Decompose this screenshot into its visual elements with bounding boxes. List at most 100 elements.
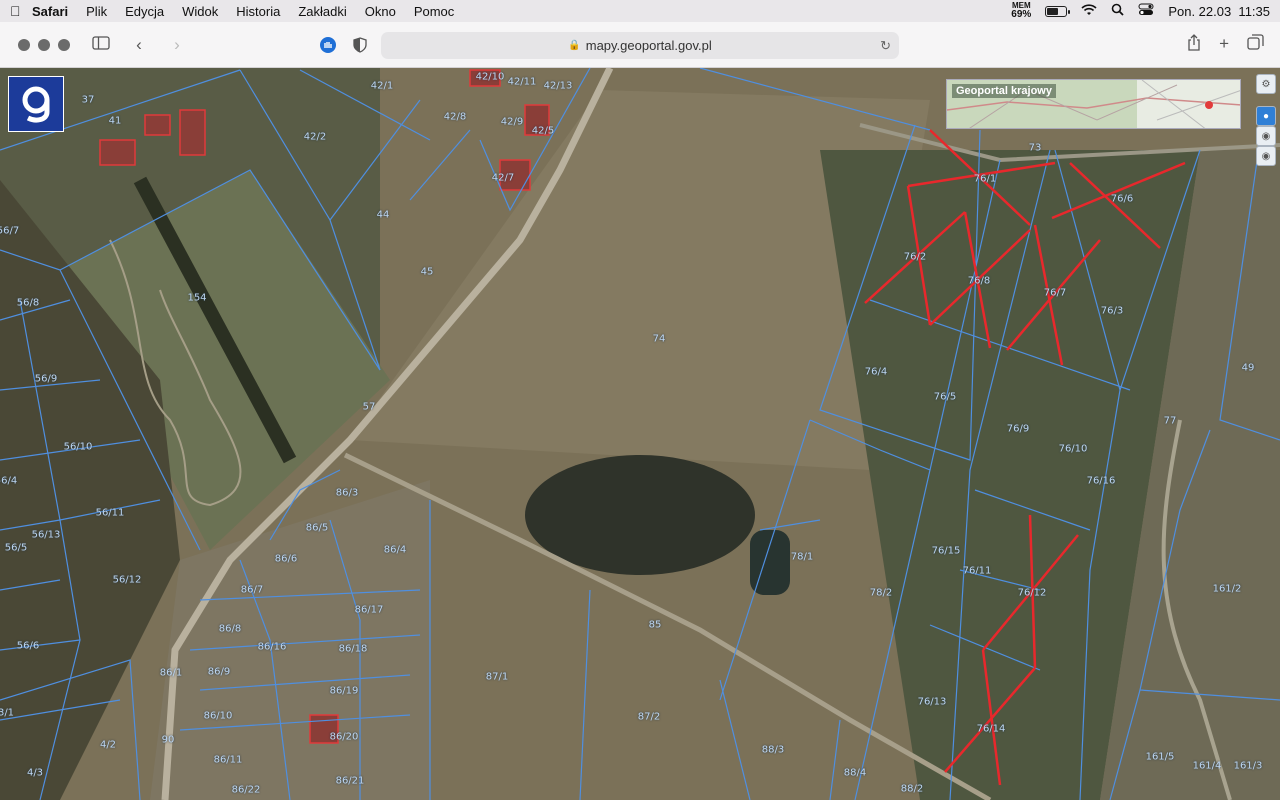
parcel-label[interactable]: 86/22 [232, 785, 261, 796]
parcel-label[interactable]: 86/5 [306, 523, 328, 534]
visibility-eye-icon-2[interactable]: ◉ [1256, 146, 1276, 166]
parcel-label[interactable]: 86/21 [336, 776, 365, 787]
close-window-button[interactable] [18, 38, 30, 51]
menu-item-zakladki[interactable]: Zakładki [298, 4, 346, 19]
parcel-label[interactable]: 56/13 [32, 530, 61, 541]
parcel-label[interactable]: 76/2 [904, 252, 926, 263]
parcel-label[interactable]: 56/9 [35, 374, 57, 385]
parcel-label[interactable]: 88/3 [762, 745, 784, 756]
forward-button[interactable]: › [168, 35, 186, 55]
overview-map[interactable]: Geoportal krajowy [946, 79, 1241, 129]
wifi-icon[interactable] [1081, 3, 1097, 19]
parcel-label[interactable]: 56/12 [113, 575, 142, 586]
parcel-label[interactable]: 86/6 [275, 554, 297, 565]
parcel-label[interactable]: 76/15 [932, 546, 961, 557]
parcel-label[interactable]: 161/3 [1234, 761, 1263, 772]
parcel-label[interactable]: 76/1 [974, 174, 996, 185]
clock-datetime[interactable]: Pon. 22.03 11:35 [1168, 4, 1270, 19]
parcel-label[interactable]: 86/4 [384, 545, 406, 556]
parcel-label[interactable]: 161/4 [1193, 761, 1222, 772]
apple-icon[interactable]:  [10, 3, 32, 19]
parcel-label[interactable]: 86/7 [241, 585, 263, 596]
parcel-label[interactable]: 76/12 [1018, 588, 1047, 599]
back-button[interactable]: ‹ [130, 35, 148, 55]
menu-item-widok[interactable]: Widok [182, 4, 218, 19]
parcel-label[interactable]: 56/7 [0, 226, 19, 237]
parcel-label[interactable]: 86/19 [330, 686, 359, 697]
parcel-label[interactable]: 76/13 [918, 697, 947, 708]
parcel-label[interactable]: 90 [162, 735, 175, 746]
reload-icon[interactable]: ↻ [880, 38, 891, 54]
parcel-label[interactable]: 76/16 [1087, 476, 1116, 487]
parcel-label[interactable]: 76/10 [1059, 444, 1088, 455]
parcel-label[interactable]: 78/1 [791, 552, 813, 563]
parcel-label[interactable]: 86/11 [214, 755, 243, 766]
parcel-label[interactable]: 42/11 [508, 77, 537, 88]
menu-item-edycja[interactable]: Edycja [125, 4, 164, 19]
parcel-label[interactable]: 86/16 [258, 642, 287, 653]
parcel-label[interactable]: 86/9 [208, 667, 230, 678]
parcel-label[interactable]: 56/4 [0, 476, 17, 487]
parcel-label[interactable]: 86/3 [336, 488, 358, 499]
menu-item-okno[interactable]: Okno [365, 4, 396, 19]
extension-blocker-icon[interactable] [320, 37, 336, 53]
parcel-label[interactable]: 88/2 [901, 784, 923, 795]
parcel-label[interactable]: 42/10 [476, 72, 505, 83]
parcel-label[interactable]: 56/6 [17, 641, 39, 652]
sidebar-toggle-icon[interactable] [92, 35, 110, 55]
parcel-label[interactable]: 76/11 [963, 566, 992, 577]
parcel-label[interactable]: 42/13 [544, 81, 573, 92]
minimize-window-button[interactable] [38, 38, 50, 51]
parcel-label[interactable]: 76/4 [865, 367, 887, 378]
layer-toggle-active-button[interactable]: ● [1256, 106, 1276, 126]
parcel-label[interactable]: 76/14 [977, 724, 1006, 735]
new-tab-icon[interactable]: + [1219, 34, 1229, 56]
parcel-label[interactable]: 56/8 [17, 298, 39, 309]
parcel-label[interactable]: 76/3 [1101, 306, 1123, 317]
parcel-label[interactable]: 41 [109, 116, 122, 127]
parcel-label[interactable]: 4/3 [27, 768, 43, 779]
control-center-icon[interactable] [1138, 3, 1154, 19]
parcel-label[interactable]: 76/5 [934, 392, 956, 403]
parcel-label[interactable]: 74 [653, 334, 666, 345]
parcel-label[interactable]: 86/8 [219, 624, 241, 635]
tab-overview-icon[interactable] [1247, 34, 1264, 56]
parcel-label[interactable]: 44 [377, 210, 390, 221]
parcel-label[interactable]: 87/2 [638, 712, 660, 723]
parcel-label[interactable]: 42/8 [444, 112, 466, 123]
privacy-shield-icon[interactable] [353, 37, 369, 53]
parcel-label[interactable]: 42/2 [304, 132, 326, 143]
parcel-label[interactable]: 3/1 [0, 708, 14, 719]
parcel-label[interactable]: 161/2 [1213, 584, 1242, 595]
parcel-label[interactable]: 76/8 [968, 276, 990, 287]
parcel-label[interactable]: 56/5 [5, 543, 27, 554]
address-bar[interactable]: 🔒 mapy.geoportal.gov.pl ↻ [381, 32, 899, 59]
parcel-label[interactable]: 56/11 [96, 508, 125, 519]
tools-menu-button[interactable]: ⚙ [1256, 74, 1276, 94]
parcel-label[interactable]: 37 [82, 95, 95, 106]
parcel-label[interactable]: 45 [421, 267, 434, 278]
parcel-label[interactable]: 42/5 [532, 126, 554, 137]
parcel-label[interactable]: 77 [1164, 416, 1177, 427]
parcel-label[interactable]: 76/7 [1044, 288, 1066, 299]
parcel-label[interactable]: 4/2 [100, 740, 116, 751]
search-icon[interactable] [1111, 3, 1124, 19]
parcel-label[interactable]: 76/9 [1007, 424, 1029, 435]
menu-item-pomoc[interactable]: Pomoc [414, 4, 454, 19]
parcel-label[interactable]: 57 [363, 402, 376, 413]
visibility-eye-icon[interactable]: ◉ [1256, 126, 1276, 146]
geoportal-logo[interactable] [8, 76, 64, 132]
parcel-label[interactable]: 161/5 [1146, 752, 1175, 763]
zoom-window-button[interactable] [58, 38, 70, 51]
menu-item-plik[interactable]: Plik [86, 4, 107, 19]
parcel-label[interactable]: 42/7 [492, 173, 514, 184]
parcel-label[interactable]: 85 [649, 620, 662, 631]
parcel-label[interactable]: 56/10 [64, 442, 93, 453]
share-icon[interactable] [1187, 34, 1201, 56]
parcel-label[interactable]: 78/2 [870, 588, 892, 599]
parcel-label[interactable]: 86/17 [355, 605, 384, 616]
parcel-label[interactable]: 73 [1029, 143, 1042, 154]
parcel-label[interactable]: 42/1 [371, 81, 393, 92]
battery-icon[interactable] [1045, 5, 1071, 17]
parcel-label[interactable]: 42/9 [501, 117, 523, 128]
